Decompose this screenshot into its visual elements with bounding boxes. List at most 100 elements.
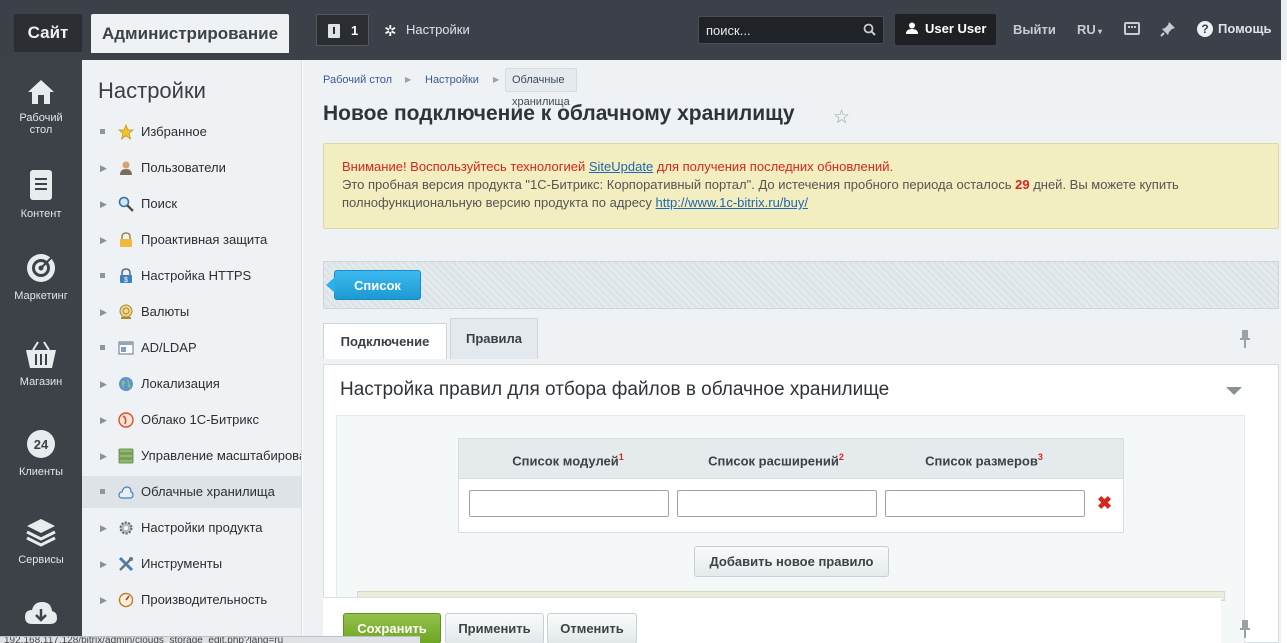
sidebar-item-bitrix-cloud[interactable]: ▶ Облако 1С-Битрикс (82, 404, 301, 436)
sidebar-item-label: Облако 1С-Битрикс (141, 412, 259, 427)
expand-arrow-icon[interactable]: ▶ (100, 512, 107, 544)
ldap-icon (118, 341, 134, 355)
bullet-icon (100, 129, 105, 134)
expand-arrow-icon[interactable]: ▶ (100, 404, 107, 436)
nav-label: Маркетинг (14, 290, 68, 302)
sidebar-title: Настройки (98, 78, 206, 103)
nav-label: Контент (20, 208, 62, 220)
nav-label: стол (29, 124, 53, 136)
basket-icon (26, 341, 56, 368)
nav-item-marketing[interactable]: Маркетинг (0, 252, 82, 302)
pin-icon[interactable] (1239, 330, 1251, 348)
page-title: Новое подключение к облачному хранилищу (323, 102, 795, 125)
trial-warning: Внимание! Воспользуйтесь технологией Sit… (323, 143, 1279, 229)
tools-icon (118, 556, 134, 572)
language-selector[interactable]: RU ▾ (1077, 22, 1102, 37)
nav-item-desktop[interactable]: Рабочий стол (0, 78, 82, 136)
sidebar-item-https[interactable]: $ Настройка HTTPS (82, 260, 301, 292)
search-input[interactable] (699, 17, 859, 43)
keyboard-icon[interactable] (1124, 22, 1140, 35)
panel-title: Настройка правил для отбора файлов в обл… (340, 379, 890, 400)
clients-badge: 24 (34, 437, 49, 452)
sizes-input[interactable] (885, 490, 1085, 517)
context-toolbar: Список (323, 261, 1279, 309)
sidebar-item-label: Локализация (141, 376, 220, 391)
list-button[interactable]: Список (326, 270, 421, 300)
apply-button[interactable]: Применить (445, 613, 544, 643)
sidebar-item-product-settings[interactable]: ▶ Настройки продукта (82, 512, 301, 544)
cancel-button[interactable]: Отменить (547, 613, 637, 643)
sidebar-item-performance[interactable]: ▶ Производительность (82, 584, 301, 616)
logout-link[interactable]: Выйти (1013, 22, 1056, 37)
delete-rule-icon[interactable]: ✖ (1097, 494, 1112, 512)
sidebar-item-scaling[interactable]: ▶ Управление масштабирова (82, 440, 301, 472)
trial-text: полнофункциональную версию продукта по а… (342, 195, 656, 210)
tab-administration[interactable]: Администрирование (91, 14, 289, 53)
nav-item-shop[interactable]: Магазин (0, 340, 82, 388)
nav-item-clients[interactable]: 24 Клиенты (0, 428, 82, 478)
breadcrumb-separator-icon: ▶ (405, 75, 412, 84)
target-icon (27, 254, 55, 282)
expand-arrow-icon[interactable]: ▶ (100, 548, 107, 580)
sidebar-item-label: Инструменты (141, 556, 223, 571)
expand-arrow-icon[interactable]: ▶ (100, 188, 107, 220)
download-cloud-icon (25, 602, 57, 624)
sidebar-item-localization[interactable]: ▶ Локализация (82, 368, 301, 400)
nav-item-services[interactable]: Сервисы (0, 516, 82, 566)
breadcrumb-item-desktop[interactable]: Рабочий стол (323, 68, 392, 92)
lock-icon (120, 232, 132, 247)
nav-label: Клиенты (18, 466, 64, 478)
notifications-button[interactable]: 1 (316, 14, 369, 46)
siteupdate-link[interactable]: SiteUpdate (589, 159, 653, 174)
add-rule-button[interactable]: Добавить новое правило (694, 546, 889, 577)
pin-icon[interactable] (1160, 21, 1176, 37)
nav-label: Сервисы (18, 554, 64, 566)
sidebar-item-label: Пользователи (141, 160, 226, 175)
sidebar-item-favorites[interactable]: Избранное (82, 116, 301, 148)
expand-arrow-icon[interactable]: ▶ (100, 440, 107, 472)
settings-link[interactable]: ✲ Настройки (384, 22, 470, 39)
tab-site[interactable]: Сайт (14, 14, 82, 52)
sidebar-item-users[interactable]: ▶ Пользователи (82, 152, 301, 184)
sidebar-item-search[interactable]: ▶ Поиск (82, 188, 301, 220)
nav-item-content[interactable]: Контент (0, 168, 82, 220)
tab-rules[interactable]: Правила (450, 318, 538, 359)
collapse-toggle-icon[interactable] (1226, 387, 1242, 395)
favorite-star-icon[interactable]: ☆ (833, 106, 850, 129)
expand-arrow-icon[interactable]: ▶ (100, 296, 107, 328)
sidebar-item-tools[interactable]: ▶ Инструменты (82, 548, 301, 580)
trial-days: 29 (1015, 177, 1030, 192)
sidebar-item-proactive[interactable]: ▶ Проактивная защита (82, 224, 301, 256)
buy-link[interactable]: http://www.1c-bitrix.ru/buy/ (656, 195, 808, 210)
expand-arrow-icon[interactable]: ▶ (100, 224, 107, 256)
breadcrumb-separator-icon: ▶ (493, 75, 500, 84)
top-bar: Сайт Администрирование 1 ✲ Настройки User… (0, 0, 1287, 60)
modules-input[interactable] (469, 490, 669, 517)
expand-arrow-icon[interactable]: ▶ (100, 368, 107, 400)
gear-icon (119, 521, 133, 535)
extensions-input[interactable] (677, 490, 877, 517)
globe-icon (119, 377, 133, 391)
bullet-icon (100, 489, 105, 494)
search-box (698, 16, 884, 44)
form-footer: Сохранить Применить Отменить (323, 597, 1221, 643)
breadcrumb-item-settings[interactable]: Настройки (425, 68, 479, 92)
sidebar-item-ldap[interactable]: AD/LDAP (82, 332, 301, 364)
expand-arrow-icon[interactable]: ▶ (100, 152, 107, 184)
pin-icon[interactable] (1239, 620, 1251, 638)
search-icon[interactable] (863, 23, 876, 36)
nav-item-download[interactable] (0, 600, 82, 632)
help-link[interactable]: ? Помощь (1197, 21, 1271, 37)
tab-connection[interactable]: Подключение (323, 323, 447, 359)
column-header-modules: Список модулей1 (468, 452, 668, 468)
nav-label: Магазин (19, 376, 63, 388)
user-button[interactable]: User User (895, 14, 996, 45)
document-icon (30, 170, 52, 200)
magnifier-icon (118, 196, 134, 212)
nav-label: Рабочий (19, 112, 63, 124)
sidebar-item-currencies[interactable]: ▶ Валюты (82, 296, 301, 328)
expand-arrow-icon[interactable]: ▶ (100, 584, 107, 616)
sidebar-item-cloud-storage[interactable]: Облачные хранилища (82, 476, 301, 508)
notification-icon (328, 24, 340, 38)
column-header-extensions: Список расширений2 (676, 452, 876, 468)
